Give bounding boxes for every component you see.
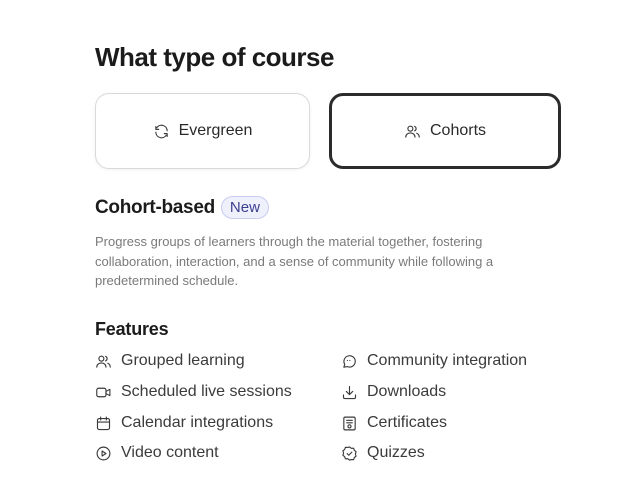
feature-label: Community integration bbox=[367, 352, 528, 369]
cohorts-option-card[interactable]: Cohorts bbox=[329, 93, 561, 169]
feature-certificates: Certificates bbox=[341, 413, 447, 433]
feature-label: Scheduled live sessions bbox=[121, 383, 292, 400]
feature-label: Quizzes bbox=[367, 444, 425, 461]
section-title: Cohort-based bbox=[95, 196, 215, 218]
feature-grouped-learning: Grouped learning bbox=[95, 351, 245, 371]
users-icon bbox=[405, 125, 420, 138]
section-description: Progress groups of learners through the … bbox=[95, 234, 494, 288]
feature-label: Downloads bbox=[367, 383, 447, 400]
feature-downloads: Downloads bbox=[341, 382, 446, 402]
chat-icon bbox=[343, 354, 356, 368]
cohort-based-header: Cohort-based New bbox=[95, 196, 269, 219]
play-circle-icon bbox=[96, 446, 111, 460]
badge-check-icon bbox=[342, 445, 357, 461]
page-title: What type of course bbox=[95, 42, 334, 72]
calendar-icon bbox=[96, 416, 111, 430]
feature-video-content: Video content bbox=[95, 443, 219, 463]
feature-calendar-integrations: Calendar integrations bbox=[95, 413, 273, 433]
cohorts-label: Cohorts bbox=[429, 122, 487, 139]
feature-label: Calendar integrations bbox=[121, 414, 274, 431]
feature-community-integration: Community integration bbox=[341, 351, 527, 371]
feature-scheduled-live-sessions: Scheduled live sessions bbox=[95, 382, 292, 402]
feature-label: Video content bbox=[121, 444, 219, 461]
download-icon bbox=[342, 385, 357, 399]
evergreen-option-card[interactable]: Evergreen bbox=[95, 93, 310, 169]
users-icon bbox=[96, 355, 111, 368]
new-badge: New bbox=[220, 196, 269, 219]
video-camera-icon bbox=[96, 387, 111, 397]
feature-label: Grouped learning bbox=[121, 352, 245, 369]
features-title: Features bbox=[95, 319, 169, 339]
certificate-icon bbox=[343, 416, 356, 430]
evergreen-label: Evergreen bbox=[178, 122, 253, 139]
feature-label: Certificates bbox=[367, 414, 448, 431]
refresh-icon bbox=[154, 124, 168, 138]
feature-quizzes: Quizzes bbox=[341, 443, 425, 463]
